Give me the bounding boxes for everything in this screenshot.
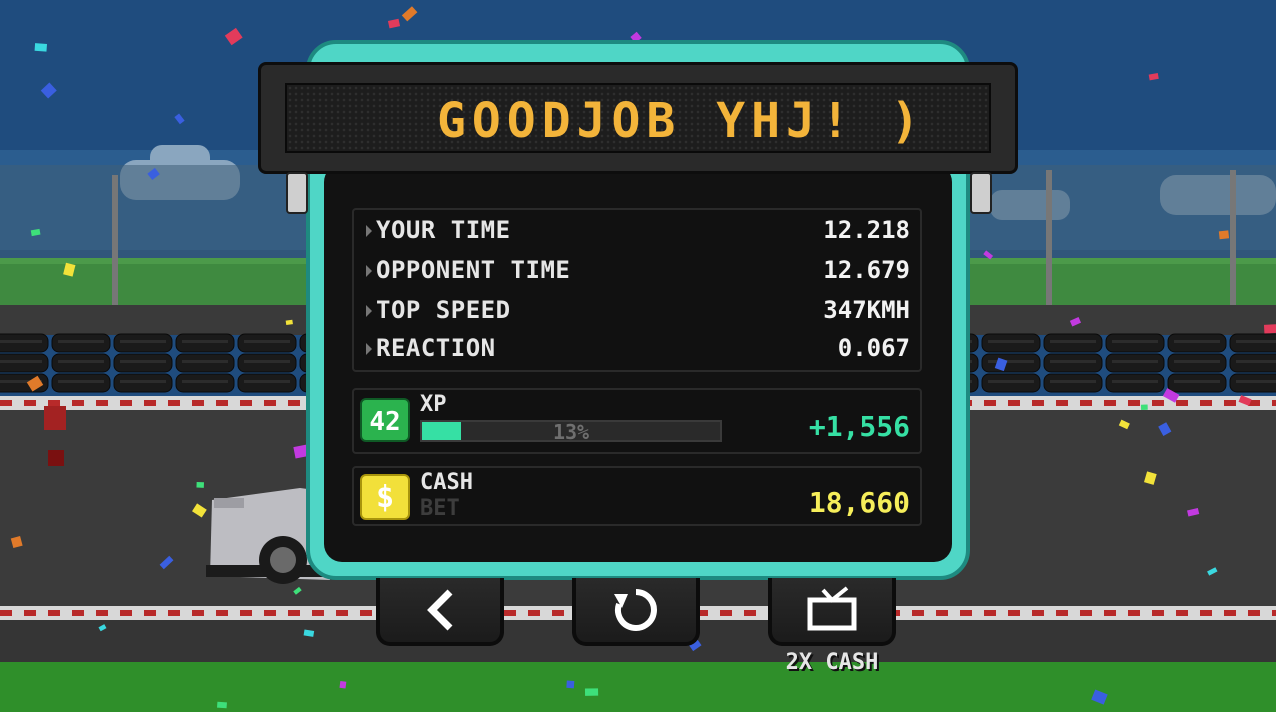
cash-box: $ CASH BET 18,660 [352,466,922,526]
xp-box: 42 XP 13% +1,556 [352,388,922,454]
cash-amount: 18,660 [808,486,910,519]
xp-gain: +1,556 [808,410,910,443]
stat-value: 12.218 [823,216,910,244]
xp-label: XP [420,392,447,417]
sign-hanger-right [970,172,992,214]
marquee-display: GOODJOB YHJ! ) [285,83,991,153]
row-pointer-icon [366,225,372,237]
sign-hanger-left [286,172,308,214]
stat-row-reaction: REACTION 0.067 [354,334,920,366]
stat-label: TOP SPEED [376,296,511,324]
double-cash-button[interactable] [768,578,896,646]
double-cash-label: 2X CASH [785,650,879,675]
stat-row-top-speed: TOP SPEED 347KMH [354,296,920,328]
stat-label: OPPONENT TIME [376,256,571,284]
stat-label: YOUR TIME [376,216,511,244]
restart-icon [614,589,657,631]
stat-label: REACTION [376,334,496,362]
stat-row-your-time: YOUR TIME 12.218 [354,216,920,248]
restart-button[interactable] [572,578,700,646]
back-button[interactable] [376,578,504,646]
row-pointer-icon [366,305,372,317]
stat-value: 12.679 [823,256,910,284]
xp-progress-track: 13% [420,420,722,444]
marquee-sign: GOODJOB YHJ! ) [258,62,1018,174]
row-pointer-icon [366,265,372,277]
xp-progress-text: 13% [552,420,590,444]
race-stats-box: YOUR TIME 12.218 OPPONENT TIME 12.679 TO… [352,208,922,372]
bet-label: BET [420,496,460,521]
back-arrow-icon [427,589,453,631]
cash-label: CASH [420,470,473,495]
level-badge: 42 [360,398,410,442]
dollar-coin-icon: $ [360,474,410,520]
stat-value: 0.067 [837,334,910,362]
stat-value: 347KMH [823,296,910,324]
row-pointer-icon [366,343,372,355]
stat-row-opponent-time: OPPONENT TIME 12.679 [354,256,920,288]
tv-ad-icon [807,586,857,631]
marquee-text: GOODJOB YHJ! ) [437,93,926,149]
